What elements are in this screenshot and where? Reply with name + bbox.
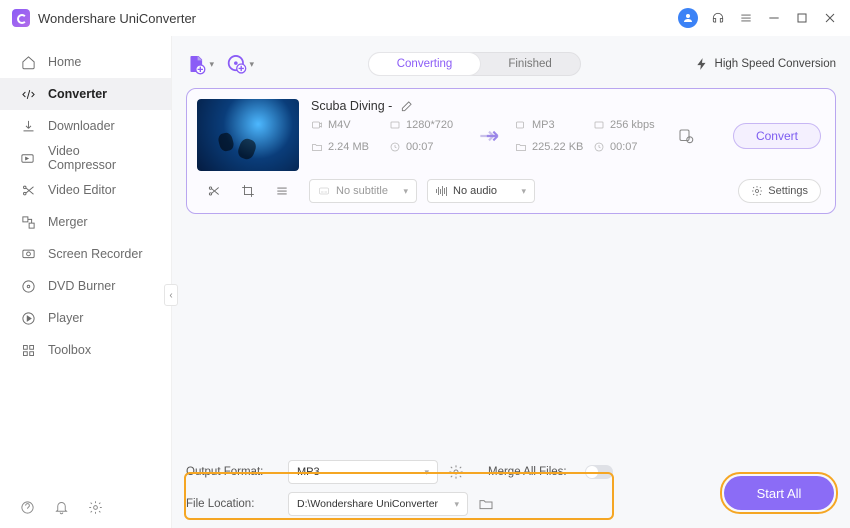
sidebar-item-home[interactable]: Home [0, 46, 171, 78]
dst-format: MP3 [515, 119, 589, 131]
sidebar-item-toolbox[interactable]: Toolbox [0, 334, 171, 366]
sidebar-item-dvd[interactable]: DVD Burner [0, 270, 171, 302]
item-settings-button[interactable]: Settings [738, 179, 821, 203]
sidebar-item-downloader[interactable]: Downloader [0, 110, 171, 142]
more-icon[interactable] [275, 184, 289, 198]
subtitle-icon [318, 185, 330, 197]
sidebar-item-label: Toolbox [48, 343, 91, 357]
sidebar-item-compressor[interactable]: Video Compressor [0, 142, 171, 174]
high-speed-label: High Speed Conversion [715, 58, 836, 70]
play-icon [20, 310, 36, 326]
close-button[interactable] [822, 10, 838, 26]
sidebar-item-merger[interactable]: Merger [0, 206, 171, 238]
main-panel: ▾ ▾ Converting Finished High Speed Conve… [172, 36, 850, 528]
settings-icon[interactable] [88, 500, 104, 516]
sidebar-item-label: Converter [48, 87, 107, 101]
headset-icon[interactable] [710, 10, 726, 26]
sidebar-item-label: Video Editor [48, 183, 116, 197]
trim-icon[interactable] [207, 184, 221, 198]
converter-icon [20, 86, 36, 102]
sidebar: Home Converter Downloader Video Compress… [0, 36, 172, 528]
user-avatar[interactable] [678, 8, 698, 28]
sidebar-item-converter[interactable]: Converter [0, 78, 171, 110]
titlebar: Wondershare UniConverter [0, 0, 850, 36]
dst-size: 225.22 KB [515, 141, 589, 153]
output-format-label: Output Format: [186, 466, 278, 478]
subtitle-dropdown[interactable]: No subtitle▾ [309, 179, 417, 203]
sidebar-item-label: Video Compressor [48, 144, 151, 172]
src-duration: 00:07 [389, 141, 463, 153]
bitrate-icon [593, 119, 605, 131]
conversion-item: Scuba Diving - M4V 2.24 MB 1280*720 00:0… [186, 88, 836, 214]
dst-duration: 00:07 [593, 141, 667, 153]
sidebar-item-label: Player [48, 311, 83, 325]
video-thumbnail[interactable] [197, 99, 299, 171]
file-location-dropdown[interactable]: D:\Wondershare UniConverter▾ [288, 492, 468, 516]
arrow-icon [467, 123, 511, 149]
file-title: Scuba Diving - [311, 99, 392, 113]
crop-icon[interactable] [241, 184, 255, 198]
merge-label: Merge All Files: [488, 466, 567, 478]
format-settings-icon[interactable] [448, 464, 464, 480]
app-logo [12, 9, 30, 27]
app-title: Wondershare UniConverter [38, 11, 196, 26]
src-size: 2.24 MB [311, 141, 385, 153]
disc-icon [20, 278, 36, 294]
src-format: M4V [311, 119, 385, 131]
compressor-icon [20, 150, 36, 166]
start-all-button[interactable]: Start All [724, 476, 834, 510]
add-dvd-button[interactable]: ▾ [226, 51, 254, 77]
edit-title-icon[interactable] [400, 99, 414, 113]
dst-bitrate: 256 kbps [593, 119, 667, 131]
folder-icon [515, 141, 527, 153]
output-format-dropdown[interactable]: MP3▾ [288, 460, 438, 484]
gear-icon [751, 185, 763, 197]
merge-toggle[interactable] [585, 465, 613, 479]
help-icon[interactable] [20, 500, 36, 516]
high-speed-toggle[interactable]: High Speed Conversion [695, 57, 836, 71]
sidebar-item-recorder[interactable]: Screen Recorder [0, 238, 171, 270]
convert-button[interactable]: Convert [733, 123, 821, 149]
home-icon [20, 54, 36, 70]
bell-icon[interactable] [54, 500, 70, 516]
sidebar-item-label: Merger [48, 215, 88, 229]
video-icon [311, 119, 323, 131]
add-file-button[interactable]: ▾ [186, 51, 214, 77]
merger-icon [20, 214, 36, 230]
scissors-icon [20, 182, 36, 198]
menu-icon[interactable] [738, 10, 754, 26]
sidebar-item-label: Downloader [48, 119, 115, 133]
tab-finished[interactable]: Finished [480, 53, 579, 75]
recorder-icon [20, 246, 36, 262]
waveform-icon [436, 186, 447, 196]
open-folder-icon[interactable] [478, 496, 494, 512]
tab-converting[interactable]: Converting [369, 53, 481, 75]
audio-dropdown[interactable]: No audio▾ [427, 179, 535, 203]
minimize-button[interactable] [766, 10, 782, 26]
download-icon [20, 118, 36, 134]
output-settings-icon[interactable] [677, 127, 695, 145]
clock-icon [389, 141, 401, 153]
sidebar-item-player[interactable]: Player [0, 302, 171, 334]
audio-icon [515, 119, 527, 131]
clock-icon [593, 141, 605, 153]
sidebar-item-label: DVD Burner [48, 279, 115, 293]
bolt-icon [695, 57, 709, 71]
folder-icon [311, 141, 323, 153]
sidebar-item-label: Screen Recorder [48, 247, 143, 261]
status-tabs: Converting Finished [368, 52, 581, 76]
resolution-icon [389, 119, 401, 131]
maximize-button[interactable] [794, 10, 810, 26]
file-location-label: File Location: [186, 498, 278, 510]
toolbox-icon [20, 342, 36, 358]
src-resolution: 1280*720 [389, 119, 463, 131]
sidebar-item-editor[interactable]: Video Editor [0, 174, 171, 206]
sidebar-item-label: Home [48, 55, 81, 69]
